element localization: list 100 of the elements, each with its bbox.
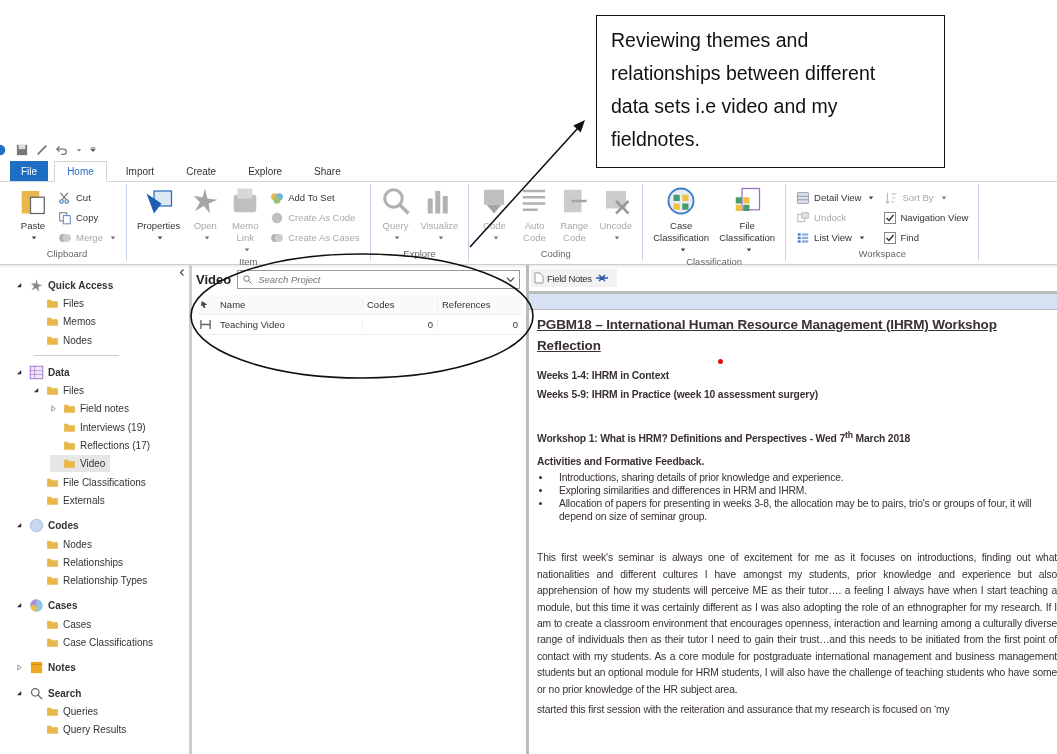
caret-icon bbox=[157, 235, 164, 241]
caret-icon bbox=[243, 247, 250, 253]
nav-item[interactable]: Data bbox=[16, 363, 75, 381]
search-icon bbox=[29, 685, 44, 701]
nav-item[interactable]: Search bbox=[16, 684, 87, 702]
nav-item[interactable]: Field notes bbox=[50, 400, 134, 418]
caret-icon bbox=[745, 247, 752, 253]
ribbon-tab[interactable]: Explore bbox=[235, 161, 296, 181]
chevron-icon[interactable] bbox=[506, 274, 515, 284]
document-line: Weeks 1-4: IHRM in Context bbox=[537, 369, 671, 383]
nav-item[interactable]: Query Results bbox=[33, 721, 132, 739]
column-header[interactable]: Codes bbox=[363, 299, 438, 310]
ribbon-tab[interactable]: Home bbox=[54, 161, 107, 182]
group-label: Item bbox=[238, 256, 259, 267]
expander-icon[interactable] bbox=[16, 602, 23, 610]
ribbon-button[interactable]: File Classification bbox=[717, 186, 778, 256]
nav-item[interactable]: Case Classifications bbox=[33, 634, 159, 651]
nav-item[interactable]: Relationship Types bbox=[33, 572, 153, 590]
folder-icon bbox=[46, 723, 59, 737]
table-cell: 0 bbox=[363, 319, 438, 330]
nav-item[interactable]: Queries bbox=[33, 702, 103, 720]
check-option[interactable]: Navigation View bbox=[882, 208, 971, 227]
nav-item[interactable]: Quick Access bbox=[16, 276, 119, 294]
nav-item[interactable]: Reflections (17) bbox=[50, 437, 156, 454]
folder-icon bbox=[63, 439, 76, 452]
caret-icon bbox=[394, 235, 401, 241]
video-icon bbox=[200, 319, 211, 330]
nav-item[interactable]: Video bbox=[50, 455, 111, 473]
nav-item[interactable]: Codes bbox=[16, 517, 84, 535]
search-icon bbox=[242, 273, 254, 285]
ribbon-button[interactable]: Detail View bbox=[794, 188, 877, 207]
pen-icon[interactable] bbox=[36, 144, 48, 156]
folder-icon bbox=[46, 636, 59, 649]
document-line: Weeks 5-9: IHRM in Practice (week 10 assessment surgery) bbox=[537, 388, 819, 402]
checkbox[interactable] bbox=[884, 211, 897, 224]
bullet-dot bbox=[539, 489, 542, 493]
nav-item[interactable]: Externals bbox=[33, 491, 110, 509]
ribbon-button[interactable]: Paste bbox=[16, 186, 50, 248]
expander-icon[interactable] bbox=[16, 281, 23, 289]
expander-icon[interactable] bbox=[16, 522, 23, 530]
undo-icon[interactable] bbox=[56, 144, 68, 156]
ribbon-button[interactable]: Add To Set bbox=[268, 188, 362, 207]
expander-icon[interactable] bbox=[16, 689, 23, 697]
bullet-text: Introductions, sharing details of prior knowledge and experience. bbox=[559, 471, 845, 485]
nav-item[interactable]: Cases bbox=[33, 615, 97, 633]
classification-icon bbox=[666, 186, 697, 216]
ribbon-tab[interactable]: Share bbox=[301, 161, 354, 181]
nav-item[interactable]: File Classifications bbox=[33, 473, 151, 491]
document-heading: Workshop 1: What is HRM? Definitions and Perspectives - Wed 7$^{th}$ March 2018 bbox=[537, 429, 912, 447]
circle-icon bbox=[270, 210, 285, 225]
caret-icon[interactable] bbox=[76, 147, 82, 153]
sort-icon bbox=[884, 190, 899, 205]
checkbox[interactable] bbox=[884, 231, 897, 244]
document-tab[interactable]: Field Notes bbox=[531, 269, 617, 287]
folder-icon bbox=[63, 402, 76, 416]
caret-icon bbox=[437, 235, 444, 241]
customize-icon[interactable] bbox=[90, 147, 96, 153]
app-icon[interactable] bbox=[0, 142, 8, 158]
cases-icon bbox=[29, 598, 44, 614]
caret-icon bbox=[614, 235, 621, 241]
nav-item[interactable]: Memos bbox=[33, 313, 101, 331]
check-option[interactable]: Find bbox=[882, 228, 971, 247]
document-paragraph: started this first session with the reiteration and assurance that my research is focused on ‘my bbox=[537, 703, 951, 718]
ribbon-button[interactable]: Case Classification bbox=[651, 186, 712, 256]
folder-icon bbox=[63, 457, 76, 471]
caret-icon bbox=[203, 235, 210, 241]
scissors-icon bbox=[58, 190, 72, 205]
group-label: Clipboard bbox=[45, 248, 89, 261]
document-icon bbox=[534, 272, 544, 284]
ribbon-tab[interactable]: Import bbox=[112, 161, 168, 181]
codes-icon bbox=[29, 518, 44, 534]
collapse-icon[interactable] bbox=[179, 268, 185, 277]
ribbon-button[interactable]: List View bbox=[794, 228, 877, 247]
caret-icon bbox=[492, 235, 499, 241]
search-field[interactable]: Search Project bbox=[237, 269, 520, 289]
column-header[interactable]: Name bbox=[216, 299, 363, 310]
ribbon-tab[interactable]: File bbox=[10, 161, 49, 181]
column-header[interactable]: References bbox=[438, 299, 522, 310]
ribbon-button[interactable]: Copy bbox=[56, 208, 118, 227]
caret-icon bbox=[868, 194, 875, 201]
nav-item[interactable]: Cases bbox=[16, 597, 83, 615]
nav-item[interactable]: Notes bbox=[16, 659, 81, 677]
nav-item[interactable]: Nodes bbox=[33, 535, 97, 553]
nav-item[interactable]: Interviews (19) bbox=[50, 418, 151, 436]
expander-icon[interactable] bbox=[16, 368, 23, 376]
save-icon[interactable] bbox=[16, 144, 28, 156]
bullet-dot bbox=[539, 476, 542, 480]
group-label: Classification bbox=[685, 256, 744, 267]
expander-icon[interactable] bbox=[33, 387, 40, 395]
ribbon-button[interactable]: Properties bbox=[134, 186, 183, 256]
table-cell-text: 0 bbox=[511, 319, 519, 330]
folder-icon bbox=[46, 574, 59, 588]
nav-item[interactable]: Files bbox=[33, 294, 90, 312]
document-paragraph: This first week's seminar is always one of excitement for me as it focuses on introductions, finding out what nationalities and different cultures I have amongst my students, prior knowledge and experience but also apprehension of how my students will perceive ME as their tutor…. a feeling I always have when I start teaching a module, but this time it was certainly different as I was also adopting the role of an ethnographer for my research. If I am to create a classroom environment that encourages openness, interaction and learning among a culturally diverse range of individuals then as their tutor I need to gain their trust…and this needs to be initiated from the first point of contact with my students. As a core module for postgraduate international management and business management students but an optional module for HRM students, I will also have the challenge of teaching students who have some or no prior knowledge of the HR subject area. bbox=[537, 551, 1057, 697]
ribbon-tab[interactable]: Create bbox=[173, 161, 230, 181]
nav-item[interactable]: Relationships bbox=[33, 553, 129, 571]
nav-item[interactable]: Nodes bbox=[33, 331, 97, 349]
data-icon bbox=[29, 364, 44, 380]
ribbon-button[interactable]: Cut bbox=[56, 188, 118, 207]
nav-item[interactable]: Files bbox=[33, 382, 90, 400]
